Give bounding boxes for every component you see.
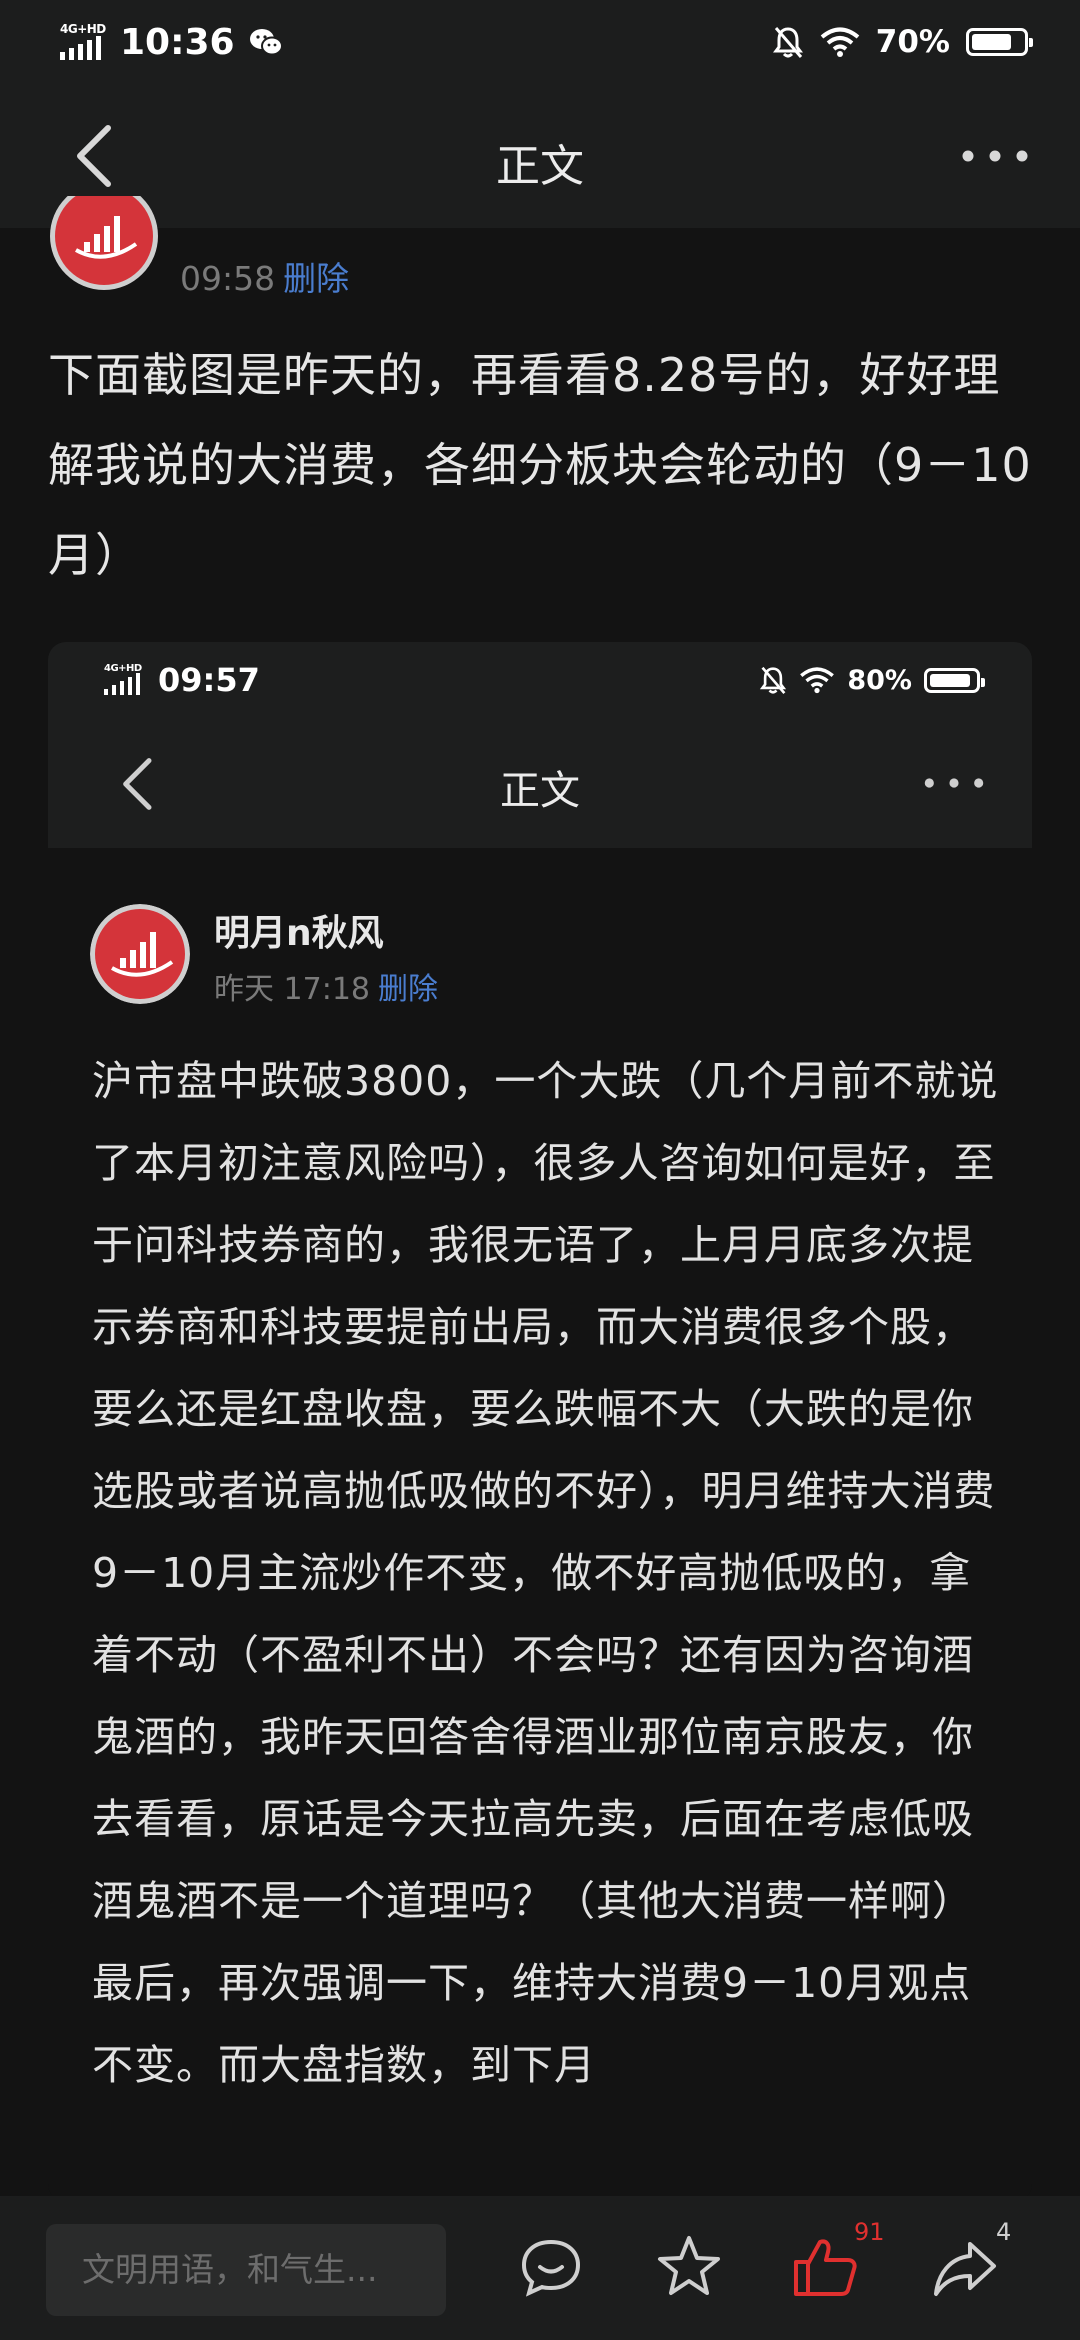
page-title: 正文	[496, 141, 584, 192]
share-icon[interactable]	[930, 2232, 1000, 2302]
bottom-toolbar: 文明用语，和气生... 91 4	[0, 2196, 1080, 2340]
comment-icon[interactable]	[516, 2232, 586, 2302]
share-count: 4	[996, 2218, 1012, 2246]
battery-percent: 70%	[875, 24, 950, 60]
embedded-delete-link: 删除	[378, 972, 438, 1007]
signal-icon: 4G+HD	[60, 22, 110, 62]
delete-link[interactable]: 删除	[283, 259, 349, 298]
embedded-status-time: 09:57	[158, 661, 260, 699]
comment-input[interactable]: 文明用语，和气生...	[46, 2224, 446, 2316]
embedded-post-body: 沪市盘中跌破3800，一个大跌（几个月前不就说了本月初注意风险吗），很多人咨询如…	[92, 1057, 999, 2089]
network-label: 4G+HD	[60, 22, 106, 36]
star-icon[interactable]	[654, 2232, 724, 2302]
post-text: 下面截图是昨天的，再看看8.28号的，好好理解我说的大消费，各细分板块会轮动的（…	[48, 348, 1032, 582]
battery-icon	[966, 28, 1033, 56]
embedded-post-time: 昨天 17:18	[214, 972, 370, 1007]
more-dots-icon[interactable]	[960, 144, 1030, 168]
avatar[interactable]	[48, 196, 160, 296]
avatar	[90, 904, 190, 1004]
more-dots-icon	[924, 778, 984, 788]
nav-bar: 正文	[0, 84, 1080, 228]
post-time: 09:58	[180, 259, 276, 298]
wifi-icon	[800, 667, 835, 694]
author-name: 明月n秋风	[214, 913, 384, 954]
wechat-icon	[249, 29, 283, 56]
embedded-screenshot[interactable]: 4G+HD 09:57 80% 正文 明月n秋风 昨天 17:18 删除 沪市盘…	[48, 642, 1032, 2202]
battery-icon	[924, 667, 985, 693]
wifi-icon	[820, 27, 860, 57]
status-time: 10:36	[120, 21, 235, 63]
mute-bell-icon	[772, 27, 803, 58]
thumbs-up-icon[interactable]	[790, 2232, 860, 2302]
status-bar: 4G+HD 10:36 70%	[0, 0, 1080, 84]
embedded-status-bar: 4G+HD 09:57 80%	[48, 642, 1032, 718]
embedded-nav-bar: 正文	[48, 718, 1032, 848]
like-count: 91	[854, 2218, 885, 2246]
mute-bell-icon	[760, 666, 787, 694]
post-meta: 09:58 删除	[180, 252, 349, 300]
embedded-page-title: 正文	[500, 768, 580, 814]
embedded-post-meta: 昨天 17:18 删除	[214, 964, 438, 1008]
embedded-battery-percent: 80%	[847, 664, 912, 696]
signal-icon: 4G+HD	[104, 663, 150, 697]
